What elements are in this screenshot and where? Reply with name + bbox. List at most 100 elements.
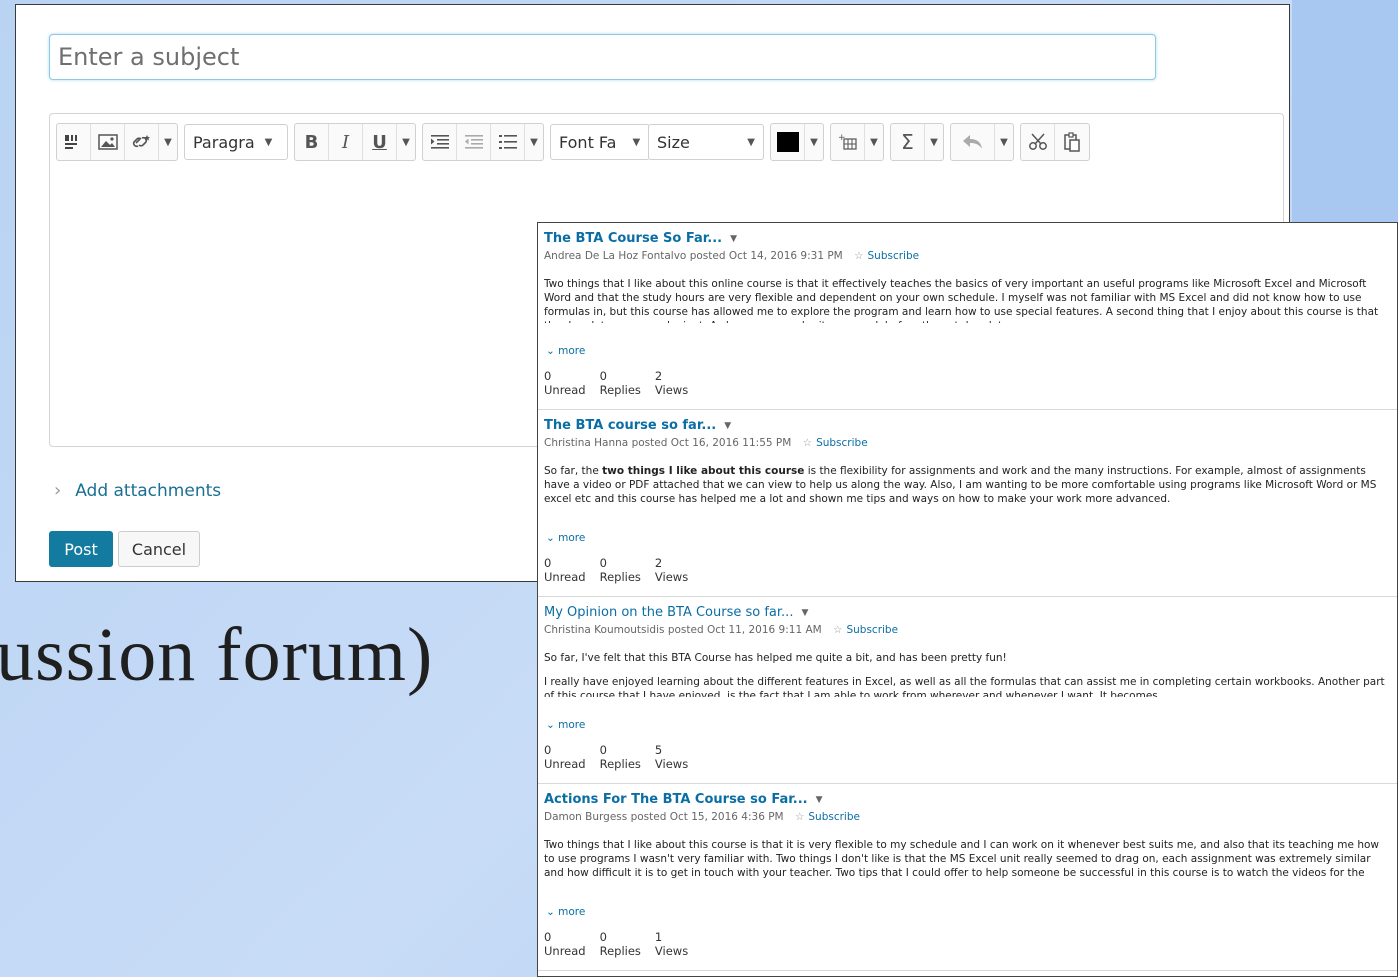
indent-icon[interactable] [423,124,457,160]
chevron-down-icon: ▼ [632,136,641,148]
insert-dropdown-chevron-icon[interactable]: ▼ [159,124,177,160]
thread-author: Damon Burgess [544,811,628,823]
thread-posted: posted Oct 14, 2016 9:31 PM [689,250,843,262]
views-count: 5 [654,743,663,757]
thread-author: Christina Koumoutsidis [544,624,665,636]
text-style-dropdown-chevron-icon[interactable]: ▼ [397,124,415,160]
thread-title-link[interactable]: The BTA Course So Far... ▼ [544,231,1397,246]
thread-body-paragraph: I really have enjoyed learning about the… [544,676,1385,697]
italic-icon[interactable]: I [329,124,363,160]
star-icon[interactable]: ☆ [854,250,863,262]
color-swatch [776,132,799,152]
more-label: more [558,345,586,357]
equation-sigma-icon[interactable]: Σ [891,124,925,160]
thread-title-link[interactable]: My Opinion on the BTA Course so far... ▼ [544,605,1397,620]
equation-group: Σ ▼ [890,123,944,161]
thread-title-link[interactable]: Actions For The BTA Course so Far... ▼ [544,792,1397,807]
subscribe-link[interactable]: Subscribe [816,437,868,449]
editor-toolbar: ▼ Paragra ▼ B I U ▼ ▼ Font Fa ▼ Size ▼ ▼… [56,123,1096,161]
subscribe-link[interactable]: Subscribe [846,624,898,636]
unread-stat: 0 Unread [544,743,586,771]
insert-link-icon[interactable] [125,124,159,160]
thread-title: The BTA Course So Far... [544,231,723,246]
replies-label: Replies [599,757,641,771]
thread-body: Two things that I like about this course… [544,838,1389,882]
color-dropdown-chevron-icon[interactable]: ▼ [805,124,823,160]
equation-dropdown-chevron-icon[interactable]: ▼ [925,124,943,160]
thread-item: Actions For The BTA Course so Far... ▼ D… [538,784,1397,971]
bullet-list-icon[interactable] [491,124,525,160]
cancel-button[interactable]: Cancel [118,531,200,567]
star-icon[interactable]: ☆ [803,437,812,449]
subscribe-link[interactable]: Subscribe [868,250,920,262]
thread-stats: 0 Unread 0 Replies 1 Views [544,930,702,958]
unread-label: Unread [544,757,586,771]
subscribe-link[interactable]: Subscribe [808,811,860,823]
more-link[interactable]: ⌄ more [546,345,585,357]
thread-stats: 0 Unread 0 Replies 5 Views [544,743,702,771]
undo-icon[interactable] [951,124,995,160]
unread-stat: 0 Unread [544,369,586,397]
post-button[interactable]: Post [49,531,113,567]
color-group: ▼ [770,123,824,161]
font-size-select[interactable]: Size ▼ [648,124,764,160]
add-attachments-link[interactable]: › Add attachments [54,480,221,501]
unread-label: Unread [544,383,586,397]
subject-input[interactable] [49,34,1156,80]
insert-image-icon[interactable] [91,124,125,160]
paragraph-format-label: Paragra [193,132,255,152]
font-family-label: Font Fa [559,132,617,152]
thread-title-link[interactable]: The BTA course so far... ▼ [544,418,1397,433]
insert-group: ▼ [56,123,178,161]
replies-count: 0 [599,930,607,944]
views-stat: 2 Views [655,556,688,584]
underline-icon[interactable]: U [363,124,397,160]
chevron-down-icon[interactable]: ▼ [730,234,737,244]
outdent-icon[interactable] [457,124,491,160]
thread-body: So far, the two things I like about this… [544,464,1389,510]
thread-title: My Opinion on the BTA Course so far... [544,605,794,620]
bold-icon[interactable]: B [295,124,329,160]
insert-table-icon[interactable]: + [831,124,865,160]
star-icon[interactable]: ☆ [795,811,804,823]
text-style-group: B I U ▼ [294,123,416,161]
thread-item: My Opinion on the BTA Course so far... ▼… [538,597,1397,784]
replies-stat: 0 Replies [600,369,641,397]
replies-stat: 0 Replies [600,743,641,771]
unread-label: Unread [544,944,586,958]
cut-icon[interactable] [1021,124,1055,160]
views-label: Views [654,944,689,958]
undo-dropdown-chevron-icon[interactable]: ▼ [995,124,1013,160]
paste-icon[interactable] [1055,124,1089,160]
more-link[interactable]: ⌄ more [546,906,585,918]
views-stat: 1 Views [655,930,688,958]
chevron-down-icon[interactable]: ▼ [724,421,731,431]
font-family-select[interactable]: Font Fa ▼ [550,124,650,160]
list-group: ▼ [422,123,544,161]
chevron-down-icon[interactable]: ▼ [801,608,808,618]
background-band [1292,0,1398,222]
discussion-threads-panel: The BTA Course So Far... ▼ Andrea De La … [537,222,1398,977]
more-link[interactable]: ⌄ more [546,719,585,731]
thread-title: The BTA course so far... [544,418,717,433]
chevron-down-icon: ▼ [747,136,755,148]
unread-count: 0 [544,930,552,944]
insert-stuff-icon[interactable] [57,124,91,160]
views-label: Views [654,757,689,771]
thread-item: The BTA course so far... ▼ Christina Han… [538,410,1397,597]
chevron-down-icon: ▼ [264,136,273,148]
font-color-swatch[interactable] [771,124,805,160]
unread-count: 0 [544,743,552,757]
list-dropdown-chevron-icon[interactable]: ▼ [525,124,543,160]
replies-label: Replies [599,383,641,397]
more-link[interactable]: ⌄ more [546,532,585,544]
thread-author: Christina Hanna [544,437,629,449]
thread-body-paragraph: So far, I've felt that this BTA Course h… [544,652,1007,664]
paragraph-format-select[interactable]: Paragra ▼ [184,124,288,160]
thread-posted: posted Oct 16, 2016 11:55 PM [631,437,792,449]
views-label: Views [654,570,689,584]
thread-body: Two things that I like about this online… [544,277,1389,323]
chevron-down-icon[interactable]: ▼ [816,795,823,805]
star-icon[interactable]: ☆ [833,624,842,636]
table-dropdown-chevron-icon[interactable]: ▼ [865,124,883,160]
